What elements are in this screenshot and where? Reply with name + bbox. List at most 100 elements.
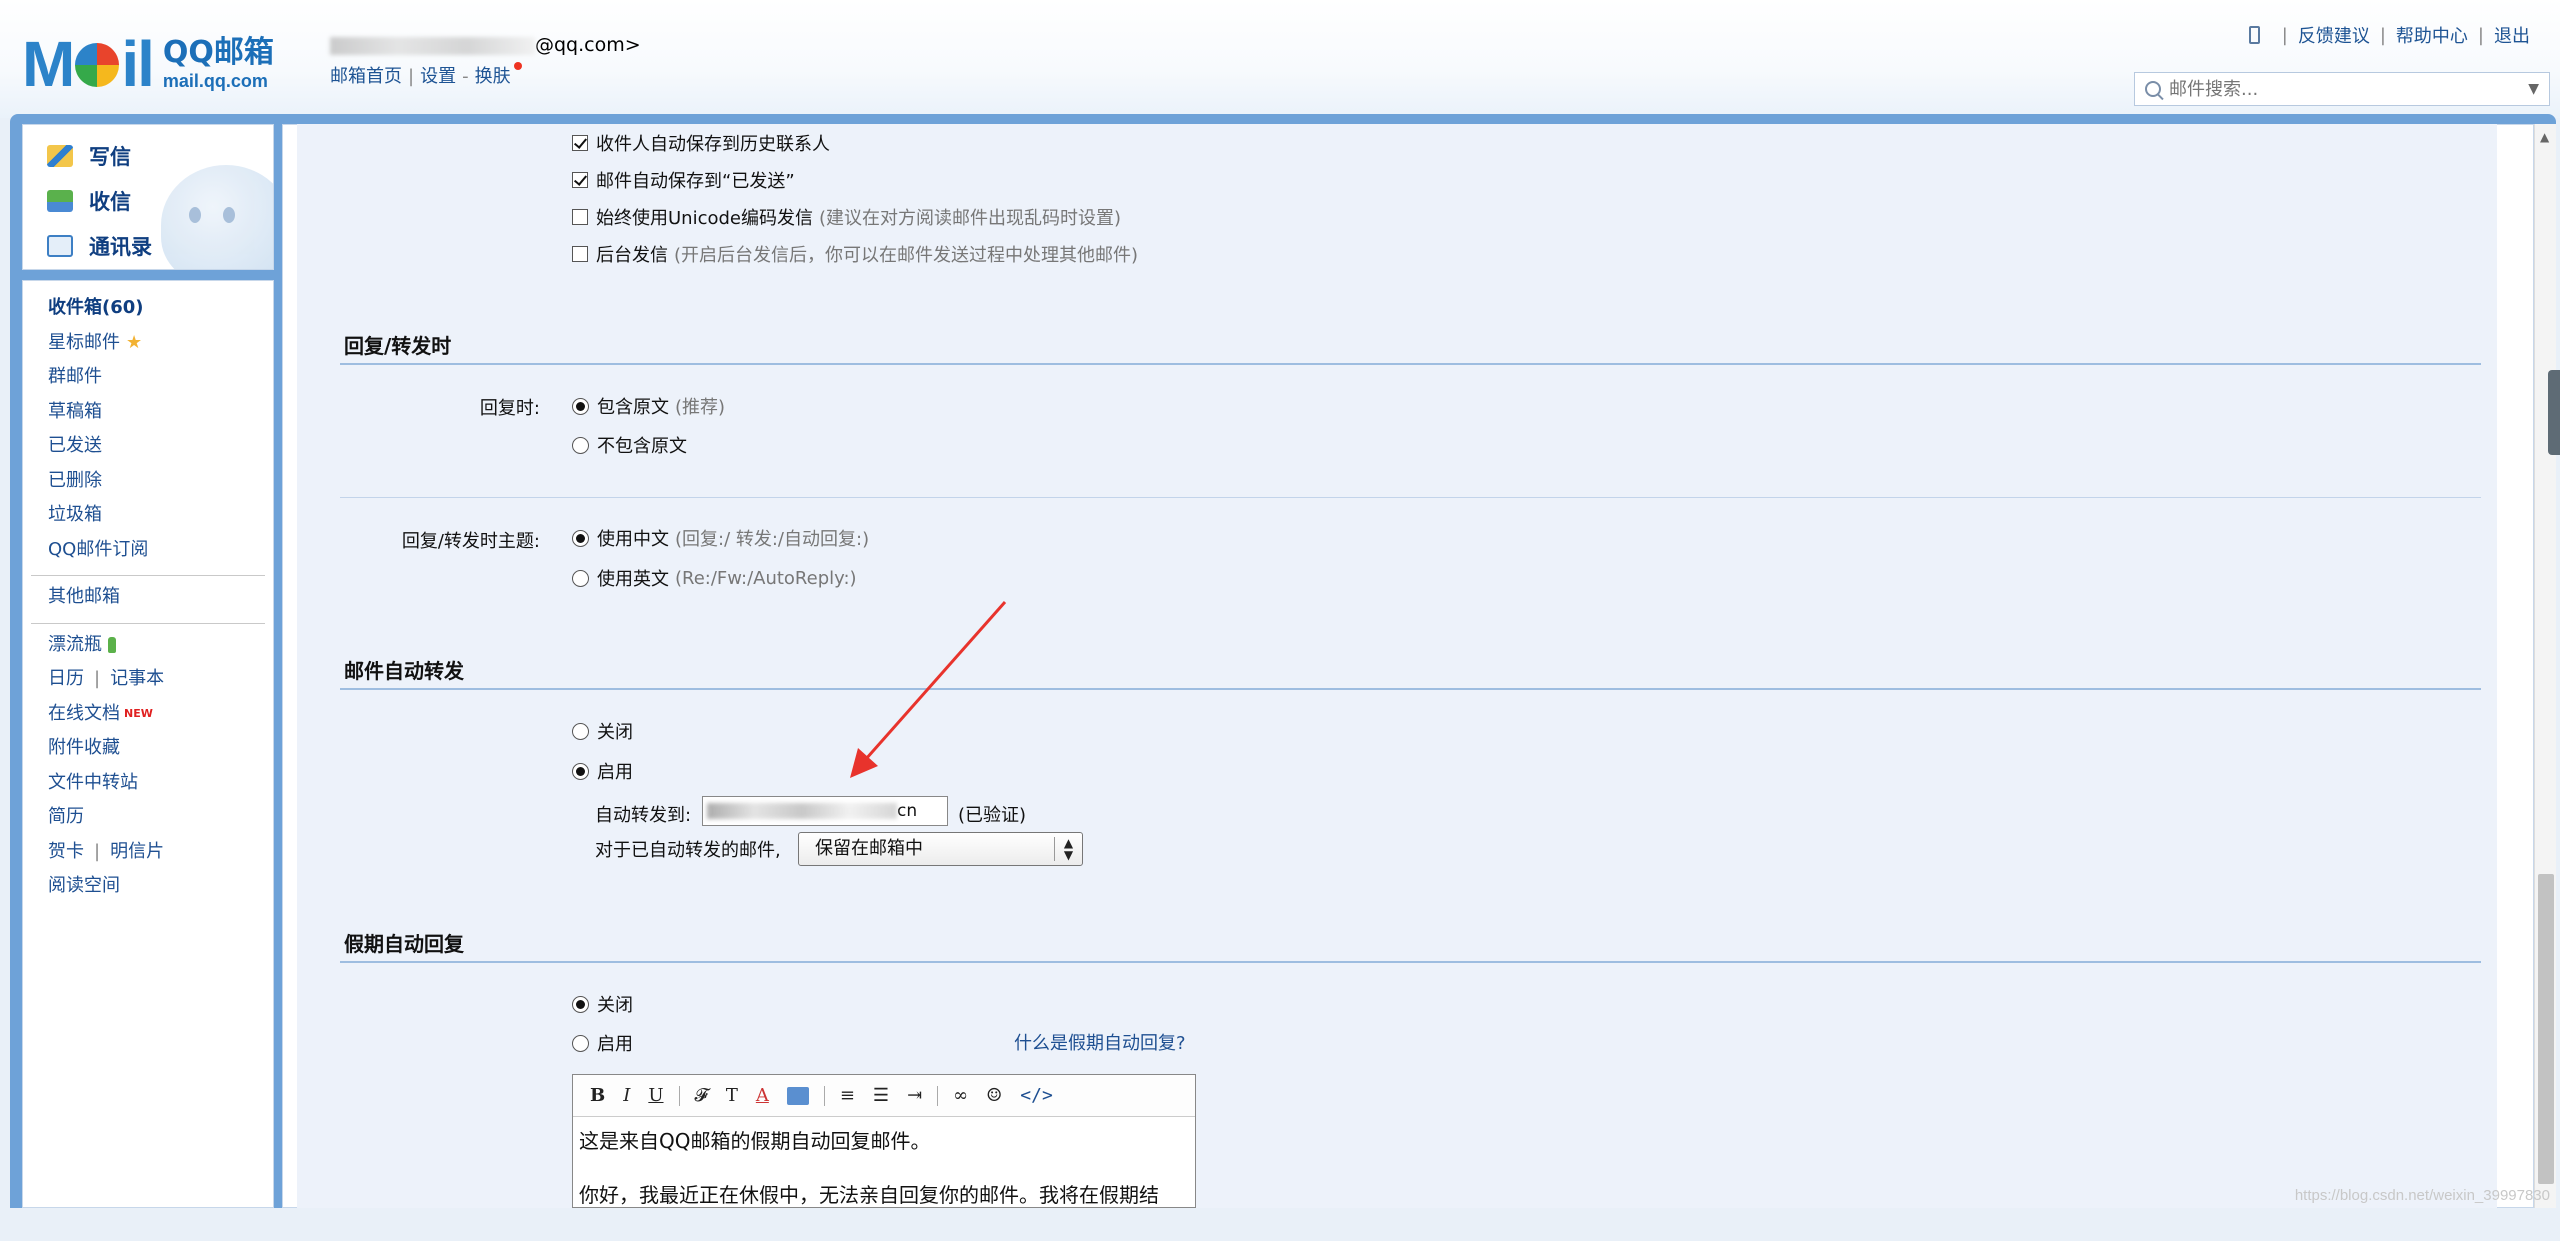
logout-link[interactable]: 退出: [2494, 22, 2530, 48]
vacation-editor: B I U 𝓕 T A ≡ ☰ ⇥ ∞ ☺ </> 这是来自QQ邮箱的假期自动回…: [572, 1074, 1196, 1208]
settings-link[interactable]: 设置: [420, 66, 456, 87]
sidebar-item-trash[interactable]: 垃圾箱: [23, 498, 273, 533]
option-background-send[interactable]: 后台发信(开启后台发信后，你可以在邮件发送过程中处理其他邮件): [572, 241, 1138, 267]
sidebar-item-docs[interactable]: 在线文档NEW: [23, 697, 273, 732]
phone-icon[interactable]: [2249, 26, 2260, 44]
verified-status: (已验证): [958, 801, 1026, 827]
radio[interactable]: [572, 763, 589, 780]
qq-mail-logo[interactable]: Mil QQ邮箱 mail.qq.com: [22, 34, 274, 94]
option-save-sent[interactable]: 邮件自动保存到“已发送”: [572, 167, 795, 193]
radio-chinese-subject[interactable]: 使用中文(回复:/ 转发:/自动回复:): [572, 525, 869, 551]
radio[interactable]: [572, 570, 589, 587]
radio[interactable]: [572, 530, 589, 547]
font-size-button[interactable]: T: [726, 1085, 738, 1106]
annotation-arrow-icon: [840, 600, 1040, 780]
section-title-vacation: 假期自动回复: [344, 928, 464, 957]
brand-domain: mail.qq.com: [163, 70, 274, 92]
section-title-reply: 回复/转发时: [344, 330, 451, 359]
radio-exclude-original[interactable]: 不包含原文: [572, 432, 687, 458]
vacation-help-link[interactable]: 什么是假期自动回复?: [1014, 1029, 1186, 1055]
editor-line-1: 这是来自QQ邮箱的假期自动回复邮件。: [579, 1125, 1189, 1157]
radio[interactable]: [572, 723, 589, 740]
new-badge: NEW: [124, 707, 153, 720]
sidebar-item-sent[interactable]: 已发送: [23, 429, 273, 464]
logo-o-icon: [75, 43, 119, 87]
sidebar-item-file-transfer[interactable]: 文件中转站: [23, 766, 273, 801]
folder-sidebar: 收件箱(60) 星标邮件★ 群邮件 草稿箱 已发送 已删除 垃圾箱 QQ邮件订阅…: [22, 280, 274, 1208]
sidebar-row-cards: 贺卡|明信片: [23, 835, 273, 870]
sidebar-item-inbox[interactable]: 收件箱(60): [23, 291, 273, 326]
sidebar-item-attachments[interactable]: 附件收藏: [23, 731, 273, 766]
sidebar-row-calendar-notes: 日历|记事本: [23, 662, 273, 697]
indent-icon[interactable]: ⇥: [907, 1085, 922, 1106]
feedback-link[interactable]: 反馈建议: [2298, 22, 2370, 48]
sidebar-item-starred[interactable]: 星标邮件★: [23, 326, 273, 361]
highlight-icon[interactable]: [787, 1087, 809, 1105]
editor-toolbar: B I U 𝓕 T A ≡ ☰ ⇥ ∞ ☺ </>: [573, 1075, 1195, 1117]
skin-notice-dot: [514, 62, 522, 70]
scroll-thumb[interactable]: [2538, 874, 2554, 1184]
watermark: https://blog.csdn.net/weixin_39997830: [2295, 1187, 2550, 1204]
font-color-button[interactable]: A: [756, 1085, 769, 1106]
radio-forward-off[interactable]: 关闭: [572, 718, 633, 744]
checkbox[interactable]: [572, 172, 588, 188]
mailbox-home-link[interactable]: 邮箱首页: [330, 66, 402, 87]
sidebar-item-postcard[interactable]: 明信片: [110, 841, 164, 862]
search-input[interactable]: [2169, 79, 2509, 100]
radio-forward-on[interactable]: 启用: [572, 758, 633, 784]
search-dropdown-icon[interactable]: ▼: [2528, 81, 2539, 97]
sidebar-item-group[interactable]: 群邮件: [23, 360, 273, 395]
link-icon[interactable]: ∞: [953, 1085, 968, 1106]
radio[interactable]: [572, 1035, 589, 1052]
section-divider: [340, 363, 2481, 365]
list-icon[interactable]: ☰: [873, 1085, 889, 1106]
editor-body[interactable]: 这是来自QQ邮箱的假期自动回复邮件。 你好，我最近正在休假中，无法亲自回复你的邮…: [573, 1117, 1195, 1241]
radio[interactable]: [572, 996, 589, 1013]
checkbox[interactable]: [572, 135, 588, 151]
subject-label: 回复/转发时主题:: [360, 527, 540, 553]
sidebar-item-deleted[interactable]: 已删除: [23, 464, 273, 499]
forward-to-input[interactable]: cn: [702, 796, 948, 826]
section-divider: [340, 688, 2481, 690]
divider: [31, 575, 265, 576]
sidebar-item-subscribe[interactable]: QQ邮件订阅: [23, 533, 273, 568]
account-email: @qq.com>: [330, 34, 641, 56]
option-unicode[interactable]: 始终使用Unicode编码发信(建议在对方阅读邮件出现乱码时设置): [572, 204, 1121, 230]
bold-button[interactable]: B: [590, 1085, 605, 1106]
quick-actions: 写信 收信 通讯录: [22, 124, 274, 270]
align-icon[interactable]: ≡: [840, 1085, 855, 1106]
sidebar-item-notes[interactable]: 记事本: [110, 668, 164, 689]
help-link[interactable]: 帮助中心: [2396, 22, 2468, 48]
radio[interactable]: [572, 437, 589, 454]
receive-icon: [47, 190, 73, 212]
side-panel-handle[interactable]: [2548, 370, 2560, 455]
select-arrows-icon: ▲▼: [1054, 837, 1082, 861]
scroll-up-icon[interactable]: ▲: [2540, 130, 2549, 144]
radio-english-subject[interactable]: 使用英文(Re:/Fw:/AutoReply:): [572, 565, 857, 591]
underline-button[interactable]: U: [648, 1085, 663, 1106]
font-family-button[interactable]: 𝓕: [695, 1085, 708, 1106]
checkbox[interactable]: [572, 209, 588, 225]
radio-include-original[interactable]: 包含原文(推荐): [572, 393, 725, 419]
sidebar-item-reading[interactable]: 阅读空间: [23, 869, 273, 904]
sidebar-item-greeting-card[interactable]: 贺卡: [48, 841, 84, 862]
emoji-icon[interactable]: ☺: [986, 1085, 1002, 1106]
sidebar-item-drafts[interactable]: 草稿箱: [23, 395, 273, 430]
bottle-icon: [108, 637, 116, 653]
vertical-scrollbar[interactable]: ▲: [2534, 124, 2556, 1208]
top-links: | 反馈建议| 帮助中心| 退出: [2249, 22, 2530, 48]
sidebar-item-bottle[interactable]: 漂流瓶: [23, 628, 273, 663]
sidebar-item-other-mailbox[interactable]: 其他邮箱: [23, 580, 273, 615]
sidebar-item-resume[interactable]: 简历: [23, 800, 273, 835]
option-save-contacts[interactable]: 收件人自动保存到历史联系人: [572, 130, 830, 156]
radio-vacation-off[interactable]: 关闭: [572, 991, 633, 1017]
source-code-icon[interactable]: </>: [1020, 1085, 1053, 1106]
radio-vacation-on[interactable]: 启用: [572, 1030, 633, 1056]
italic-button[interactable]: I: [623, 1085, 630, 1106]
sidebar-item-calendar[interactable]: 日历: [48, 668, 84, 689]
checkbox[interactable]: [572, 246, 588, 262]
after-forward-select[interactable]: 保留在邮箱中▲▼: [798, 832, 1083, 866]
skin-link[interactable]: 换肤: [475, 66, 511, 87]
radio[interactable]: [572, 398, 589, 415]
mail-search[interactable]: ▼: [2134, 72, 2550, 106]
